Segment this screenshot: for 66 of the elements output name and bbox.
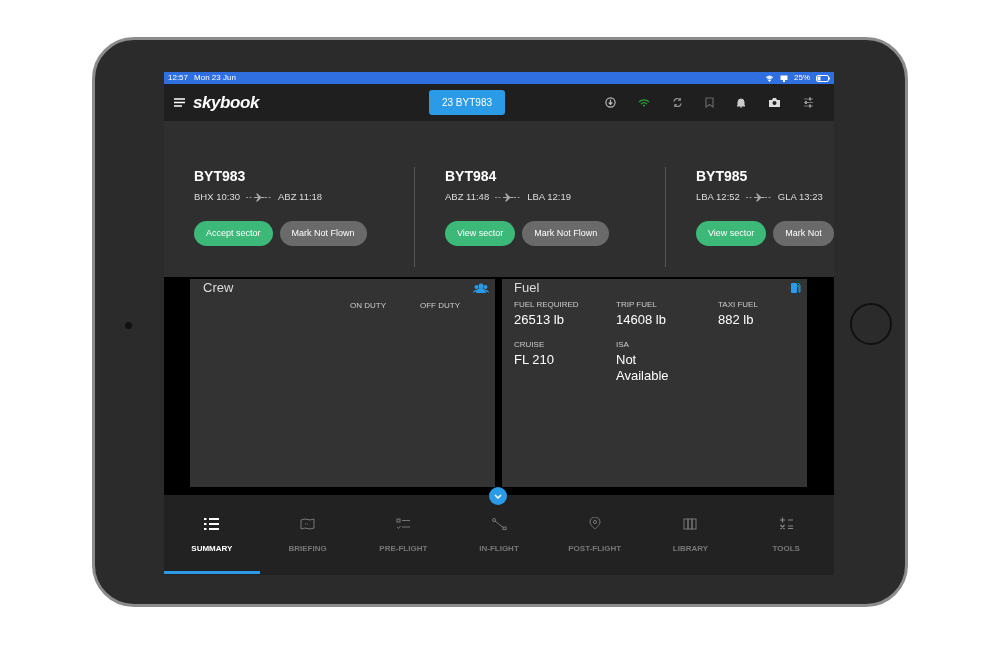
departure-time: BHX 10:30 — [194, 190, 240, 204]
column-header: ON DUTY — [350, 300, 386, 312]
departure-time: LBA 12:52 — [696, 190, 740, 204]
field-label: FUEL REQUIRED — [514, 299, 580, 310]
arrival-time: ABZ 11:18 — [277, 190, 323, 204]
location-pin-icon — [588, 517, 601, 530]
bell-icon[interactable] — [736, 97, 746, 108]
plane-route-icon — [245, 192, 272, 202]
column-header: OFF DUTY — [420, 300, 460, 312]
status-time: 12:57 — [168, 72, 189, 84]
map-icon — [300, 517, 316, 530]
field-value: 14608 lb — [616, 312, 667, 328]
field-label: CRUISE — [514, 339, 546, 350]
download-icon[interactable] — [605, 97, 616, 108]
nav-tab[interactable]: POST-FLIGHT — [546, 495, 643, 575]
sector-action-button[interactable]: View sector — [696, 221, 767, 247]
nav-tab[interactable]: IN-FLIGHT — [451, 495, 547, 575]
mark-not-flown-button[interactable]: Mark Not — [773, 221, 834, 247]
menu-icon[interactable] — [174, 98, 185, 107]
plane-route-icon — [745, 192, 772, 202]
screen-icon — [780, 74, 788, 82]
battery-level: 25% — [794, 72, 810, 84]
wifi-icon — [765, 74, 774, 82]
books-icon — [682, 517, 698, 530]
flight-number: BYT984 — [445, 167, 498, 185]
status-date: Mon 23 Jun — [194, 72, 236, 84]
field-value: Not Available — [616, 352, 670, 384]
panel-title: Fuel — [514, 281, 540, 295]
list-icon — [204, 517, 220, 530]
field-label: TAXI FUEL — [718, 299, 759, 310]
flight-button[interactable]: 23 BYT983 — [429, 90, 505, 115]
expand-button[interactable] — [489, 487, 507, 505]
battery-icon — [816, 74, 830, 82]
flight-number: BYT983 — [194, 167, 247, 185]
nav-tab[interactable]: LIBRARY — [642, 495, 739, 575]
arrival-time: GLA 13:23 — [777, 190, 823, 204]
field-label: ISA — [616, 339, 630, 350]
nav-tab[interactable]: TOOLS — [738, 495, 834, 575]
calculator-icon — [778, 517, 794, 530]
sliders-icon[interactable] — [803, 97, 814, 108]
panel-title: Crew — [203, 281, 234, 295]
nav-tab[interactable]: BRIEFING — [259, 495, 356, 575]
checklist-icon — [395, 517, 411, 530]
sector-action-button[interactable]: View sector — [445, 221, 516, 247]
logo: skybook — [193, 91, 259, 114]
field-label: TRIP FUEL — [616, 299, 658, 310]
field-value: FL 210 — [514, 352, 555, 368]
bookmark-icon[interactable] — [705, 97, 714, 108]
mark-not-flown-button[interactable]: Mark Not Flown — [279, 221, 367, 247]
camera-icon[interactable] — [768, 97, 781, 108]
nav-tab[interactable]: SUMMARY — [164, 495, 260, 575]
route-icon — [491, 517, 507, 530]
fuel-pump-icon — [790, 282, 801, 294]
nav-tab[interactable]: PRE-FLIGHT — [355, 495, 452, 575]
wifi-icon[interactable] — [638, 97, 650, 108]
chevron-down-icon — [494, 493, 502, 499]
departure-time: ABZ 11:48 — [445, 190, 490, 204]
mark-not-flown-button[interactable]: Mark Not Flown — [522, 221, 610, 247]
field-value: 26513 lb — [514, 312, 565, 328]
sector-action-button[interactable]: Accept sector — [194, 221, 273, 247]
people-icon — [473, 283, 489, 293]
field-value: 882 lb — [718, 312, 755, 328]
arrival-time: LBA 12:19 — [527, 190, 572, 204]
flight-number: BYT985 — [696, 167, 749, 185]
sync-icon[interactable] — [672, 97, 683, 108]
plane-route-icon — [495, 192, 522, 202]
